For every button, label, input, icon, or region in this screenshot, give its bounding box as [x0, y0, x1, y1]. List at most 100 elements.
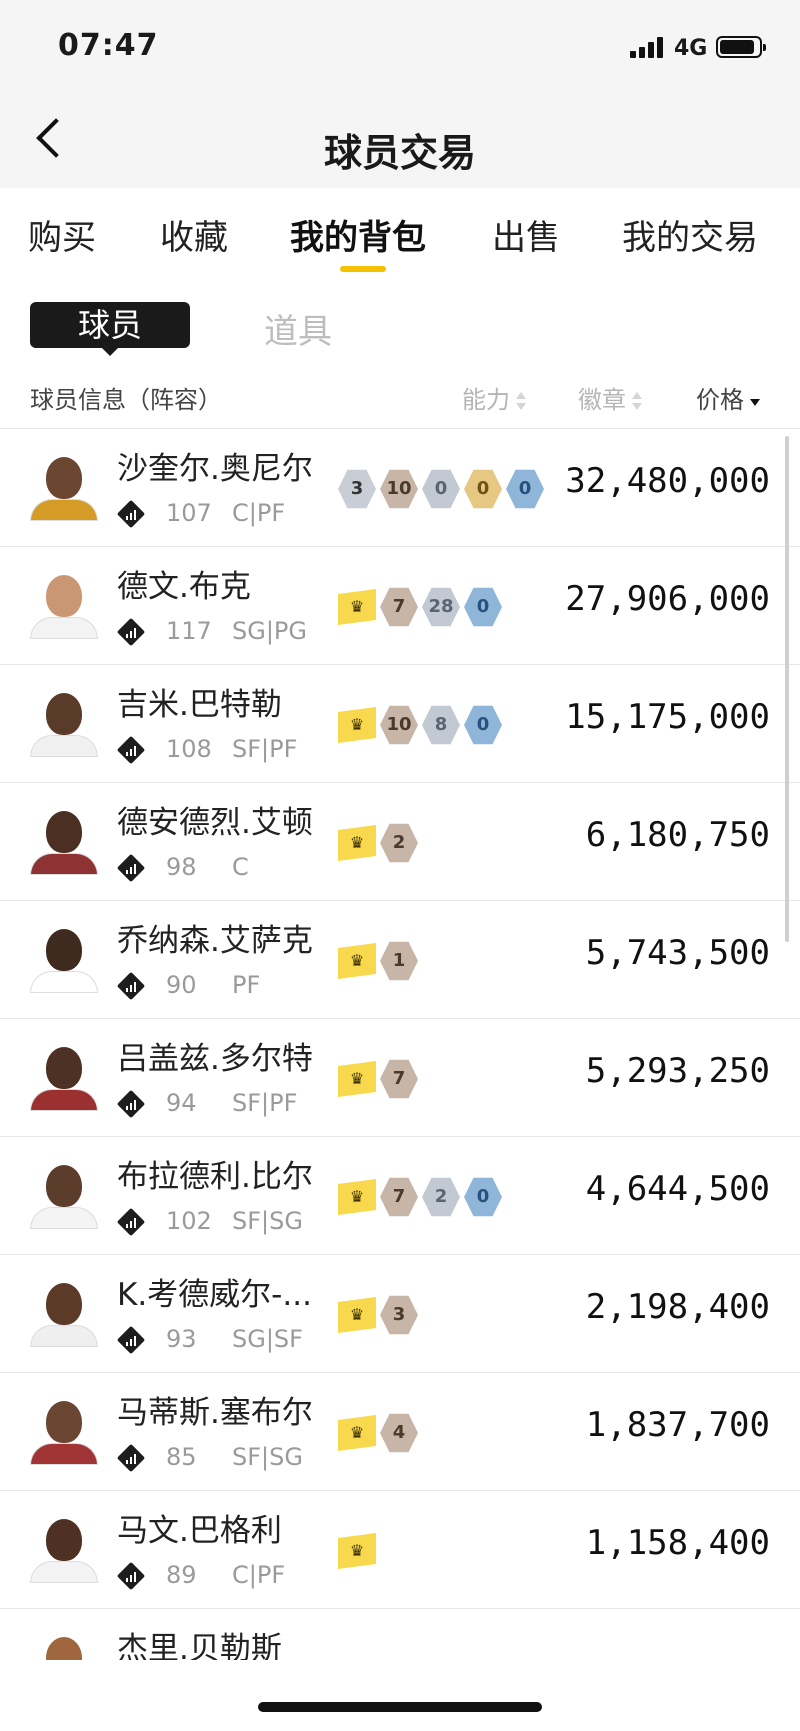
player-name: 德文.布克 [117, 569, 251, 605]
crown-icon: ♛ [338, 1179, 376, 1215]
rating-icon [118, 1209, 144, 1235]
signal-icon [630, 36, 666, 58]
tab-sell[interactable]: 出售 [492, 210, 560, 259]
crown-icon: ♛ [338, 1297, 376, 1333]
badge-bronze: 3 [380, 1295, 418, 1335]
player-price: 15,175,000 [565, 697, 770, 737]
player-name: 马蒂斯.塞布尔 [117, 1395, 313, 1431]
column-header: 球员信息（阵容） 能力 徽章 价格 [0, 372, 800, 416]
player-row[interactable]: 布拉德利.比尔 102 SF|SG ♛ 7 2 0 4,644,500 [0, 1136, 800, 1254]
player-avatar [30, 571, 98, 639]
col-ability-label: 能力 [462, 386, 510, 414]
player-row[interactable]: 马文.巴格利 89 C|PF ♛ 1,158,400 [0, 1490, 800, 1608]
tab-favorites[interactable]: 收藏 [160, 210, 228, 259]
player-price: 5,293,250 [585, 1051, 770, 1091]
home-indicator[interactable] [258, 1702, 542, 1712]
player-avatar [30, 925, 98, 993]
player-row[interactable]: 德文.布克 117 SG|PG ♛ 7 28 0 27,906,000 [0, 546, 800, 664]
player-avatar [30, 1043, 98, 1111]
player-row[interactable]: 德安德烈.艾顿 98 C ♛ 2 6,180,750 [0, 782, 800, 900]
player-position: C|PF [232, 499, 286, 527]
player-name: 吕盖兹.多尔特 [117, 1041, 313, 1077]
player-position: C|PF [232, 1561, 286, 1589]
tab-bar: 购买 收藏 我的背包 出售 我的交易 [0, 188, 800, 280]
rating-icon [118, 855, 144, 881]
badge-blue: 0 [464, 1177, 502, 1217]
tab-buy[interactable]: 购买 [28, 210, 96, 259]
player-price: 27,906,000 [565, 579, 770, 619]
player-name: 杰里.贝勒斯 [117, 1631, 282, 1660]
sort-desc-icon [750, 392, 760, 410]
tab-my-backpack[interactable]: 我的背包 [290, 210, 426, 259]
sort-icon [632, 392, 642, 410]
player-row[interactable]: 杰里.贝勒斯 [0, 1608, 800, 1660]
player-overall: 94 [166, 1089, 197, 1117]
player-overall: 102 [166, 1207, 212, 1235]
player-position: SG|SF [232, 1325, 303, 1353]
player-overall: 117 [166, 617, 212, 645]
badge-blue: 0 [464, 705, 502, 745]
active-tab-indicator [340, 266, 386, 272]
player-avatar [30, 1279, 98, 1347]
badge-bronze: 10 [380, 705, 418, 745]
player-row[interactable]: 乔纳森.艾萨克 90 PF ♛ 1 5,743,500 [0, 900, 800, 1018]
rating-icon [118, 1327, 144, 1353]
player-row[interactable]: 沙奎尔.奥尼尔 107 C|PF 3 10 0 0 0 32,480,000 [0, 428, 800, 546]
player-price: 6,180,750 [585, 815, 770, 855]
badge-blue: 0 [464, 587, 502, 627]
player-name: 布拉德利.比尔 [117, 1159, 313, 1195]
player-position: C [232, 853, 249, 881]
player-price: 4,644,500 [585, 1169, 770, 1209]
rating-icon [118, 1563, 144, 1589]
player-row[interactable]: 吕盖兹.多尔特 94 SF|PF ♛ 7 5,293,250 [0, 1018, 800, 1136]
badge-bronze: 7 [380, 1177, 418, 1217]
rating-icon [118, 619, 144, 645]
player-name: 乔纳森.艾萨克 [117, 923, 313, 959]
player-position: SG|PG [232, 617, 307, 645]
col-badge[interactable]: 徽章 [578, 380, 642, 415]
page-title: 球员交易 [323, 131, 476, 175]
sort-icon [516, 392, 526, 410]
player-name: 德安德烈.艾顿 [117, 805, 313, 841]
player-price: 1,837,700 [585, 1405, 770, 1445]
col-badge-label: 徽章 [578, 386, 626, 414]
badge-bronze: 2 [380, 823, 418, 863]
col-price[interactable]: 价格 [696, 380, 760, 415]
player-position: SF|PF [232, 1089, 298, 1117]
col-ability[interactable]: 能力 [462, 380, 526, 415]
player-price: 1,158,400 [585, 1523, 770, 1563]
crown-icon: ♛ [338, 825, 376, 861]
player-name: 吉米.巴特勒 [117, 687, 282, 723]
player-overall: 107 [166, 499, 212, 527]
badge-silver: 28 [422, 587, 460, 627]
badge-bronze: 1 [380, 941, 418, 981]
status-bar: 07:47 4G [0, 0, 800, 96]
player-name: K.考德威尔-... [117, 1277, 312, 1313]
scrollbar[interactable] [785, 436, 789, 942]
crown-icon: ♛ [338, 1533, 376, 1569]
player-row[interactable]: 马蒂斯.塞布尔 85 SF|SG ♛ 4 1,837,700 [0, 1372, 800, 1490]
segment-items[interactable]: 道具 [264, 304, 332, 353]
badge-blue: 0 [506, 469, 544, 509]
status-time: 07:47 [58, 28, 159, 63]
player-position: SF|SG [232, 1207, 303, 1235]
crown-icon: ♛ [338, 943, 376, 979]
badge-bronze: 7 [380, 1059, 418, 1099]
player-row[interactable]: 吉米.巴特勒 108 SF|PF ♛ 10 8 0 15,175,000 [0, 664, 800, 782]
badge-grey: 3 [338, 469, 376, 509]
player-avatar [30, 807, 98, 875]
battery-icon [716, 36, 766, 58]
crown-icon: ♛ [338, 707, 376, 743]
badge-bronze: 7 [380, 587, 418, 627]
player-avatar [30, 1633, 98, 1660]
player-row[interactable]: K.考德威尔-... 93 SG|SF ♛ 3 2,198,400 [0, 1254, 800, 1372]
player-overall: 93 [166, 1325, 197, 1353]
tab-my-trades[interactable]: 我的交易 [622, 210, 758, 259]
badge-gold: 0 [464, 469, 502, 509]
nav-bar: 球员交易 [0, 96, 800, 188]
segment-players[interactable]: 球员 [30, 302, 190, 356]
player-price: 5,743,500 [585, 933, 770, 973]
rating-icon [118, 737, 144, 763]
player-avatar [30, 1397, 98, 1465]
player-avatar [30, 453, 98, 521]
